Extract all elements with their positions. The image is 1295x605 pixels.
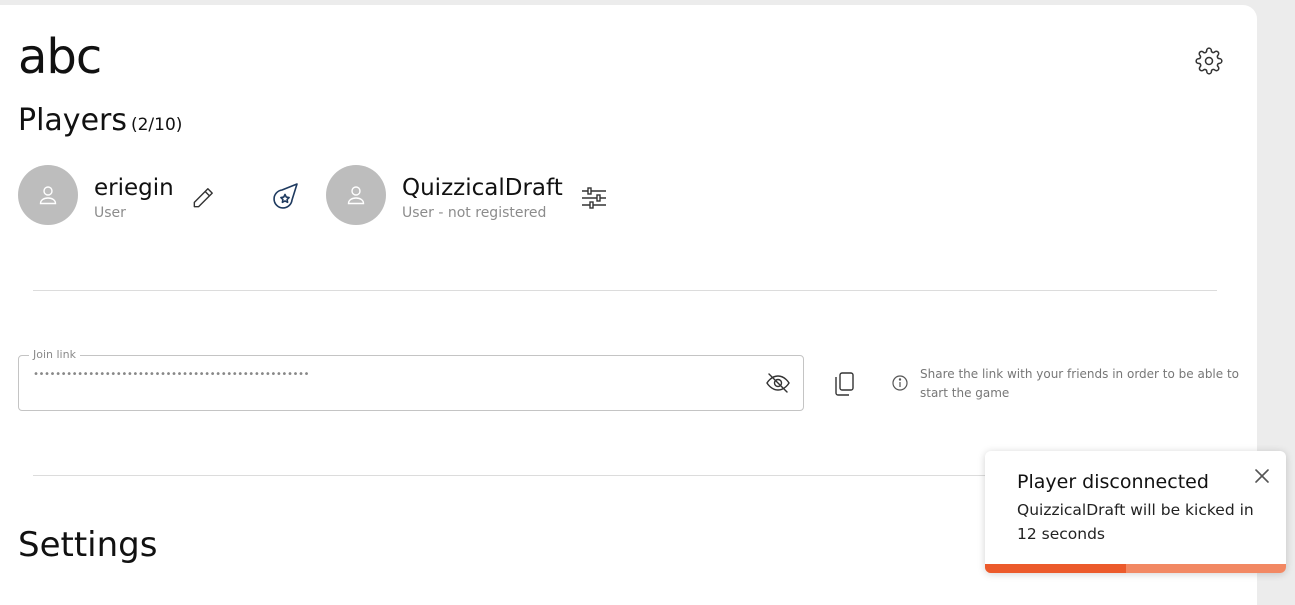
eye-off-icon	[766, 373, 790, 393]
avatar	[326, 165, 386, 225]
game-title: abc	[18, 29, 102, 85]
player-options-button[interactable]	[580, 185, 608, 211]
settings-gear-button[interactable]	[1195, 47, 1223, 75]
avatar	[18, 165, 78, 225]
divider	[33, 290, 1217, 291]
player-role: User - not registered	[402, 205, 547, 221]
toast-progress-fill	[985, 564, 1127, 573]
join-link-field: Join link	[18, 348, 804, 411]
copy-icon	[835, 372, 854, 396]
players-count: (2/10)	[130, 115, 183, 135]
pencil-icon	[193, 188, 213, 208]
user-icon	[347, 186, 365, 205]
join-link-info-text: Share the link with your friends in orde…	[920, 367, 1240, 400]
edit-name-button[interactable]	[190, 185, 216, 211]
join-link-label: Join link	[29, 348, 80, 361]
toggle-visibility-button[interactable]	[765, 372, 791, 394]
comet-icon	[273, 183, 298, 209]
player-name: QuizzicalDraft	[402, 175, 563, 201]
player-name: eriegin	[94, 175, 174, 201]
toast-close-button[interactable]	[1253, 467, 1271, 485]
players-heading-label: Players	[18, 103, 127, 138]
copy-link-button[interactable]	[831, 370, 857, 398]
player-card: eriegin User	[18, 165, 258, 227]
player-role: User	[94, 205, 126, 221]
settings-heading: Settings	[18, 525, 158, 565]
player-card: QuizzicalDraft User - not registered	[326, 165, 626, 227]
players-heading: Players (2/10)	[18, 106, 182, 136]
toast-title: Player disconnected	[1017, 471, 1209, 493]
toast-notification: Player disconnected QuizzicalDraft will …	[985, 451, 1286, 573]
info-icon	[891, 374, 909, 392]
toast-progress-track	[985, 564, 1286, 573]
toast-message: QuizzicalDraft will be kicked in 12 seco…	[1017, 501, 1254, 543]
sliders-icon	[582, 187, 606, 209]
host-badge	[271, 181, 301, 211]
user-icon	[39, 186, 57, 205]
join-link-input[interactable]	[33, 369, 733, 380]
close-icon	[1255, 469, 1269, 483]
gear-icon	[1195, 47, 1223, 75]
